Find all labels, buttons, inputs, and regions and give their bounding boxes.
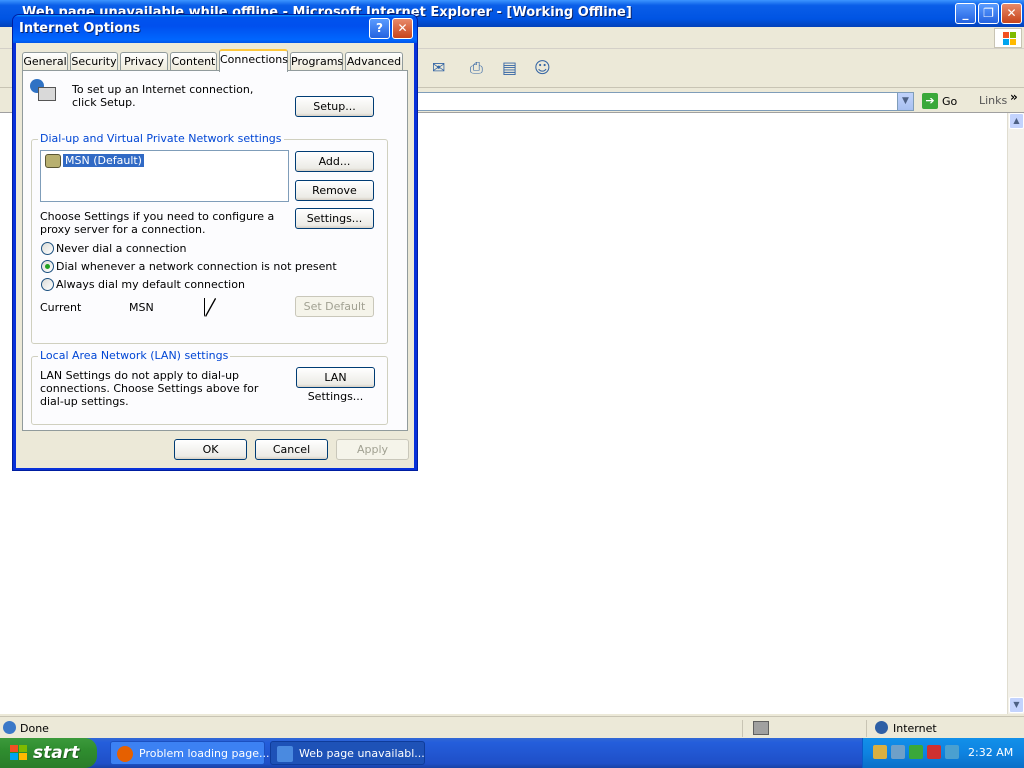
set-default-button: Set Default — [295, 296, 374, 317]
go-arrow-icon: ➔ — [922, 93, 938, 109]
scroll-up-icon[interactable]: ▲ — [1009, 113, 1024, 129]
links-chevron-icon[interactable]: » — [1010, 90, 1018, 104]
cancel-button[interactable]: Cancel — [255, 439, 328, 460]
dialup-connection-icon — [45, 154, 61, 168]
dialog-close-button[interactable]: ✕ — [392, 18, 413, 39]
internet-options-dialog: Internet Options ? ✕ General Security Pr… — [12, 14, 418, 471]
add-button[interactable]: Add... — [295, 151, 374, 172]
restore-button[interactable]: ❐ — [978, 3, 999, 24]
mouse-cursor-icon — [205, 298, 215, 316]
mail-icon[interactable]: ✉ — [432, 58, 454, 80]
chevron-down-icon[interactable]: ▼ — [897, 93, 913, 110]
zone-cell: Internet — [866, 720, 1016, 737]
settings-button[interactable]: Settings... — [295, 208, 374, 229]
messenger-icon[interactable]: ☺ — [534, 58, 556, 80]
zone-text: Internet — [893, 722, 937, 735]
tray-security-icon[interactable] — [927, 745, 941, 759]
go-button[interactable]: ➔ Go — [920, 92, 972, 111]
dialup-group-label: Dial-up and Virtual Private Network sett… — [38, 132, 284, 145]
tab-privacy[interactable]: Privacy — [120, 52, 168, 71]
tab-content[interactable]: Content — [170, 52, 217, 71]
proxy-text: Choose Settings if you need to configure… — [40, 210, 275, 236]
lan-text: LAN Settings do not apply to dial-up con… — [40, 369, 259, 408]
current-label: Current — [40, 301, 82, 314]
current-value: MSN — [129, 301, 154, 314]
tab-programs[interactable]: Programs — [290, 52, 343, 71]
status-text: Done — [20, 722, 49, 735]
start-button[interactable]: start — [0, 738, 97, 768]
page-icon — [3, 721, 16, 734]
taskbar: start Problem loading page... Web page u… — [0, 738, 1024, 768]
tray-sync-icon[interactable] — [891, 745, 905, 759]
tab-connections[interactable]: Connections — [219, 49, 288, 72]
windows-logo-icon — [994, 28, 1022, 48]
links-label[interactable]: Links — [979, 94, 1007, 107]
tray-network-icon[interactable] — [873, 745, 887, 759]
ie-close-button[interactable]: ✕ — [1001, 3, 1022, 24]
setup-text: To set up an Internet connection, click … — [72, 83, 254, 109]
taskbar-item-ie[interactable]: Web page unavailabl... — [270, 741, 425, 765]
connections-panel: To set up an Internet connection, click … — [22, 70, 408, 431]
vertical-scrollbar[interactable]: ▲ ▼ — [1007, 113, 1024, 714]
go-label: Go — [942, 95, 958, 108]
ok-button[interactable]: OK — [174, 439, 247, 460]
tab-advanced[interactable]: Advanced — [345, 52, 403, 71]
connection-wizard-icon — [30, 79, 58, 105]
remove-button[interactable]: Remove — [295, 180, 374, 201]
ie-icon — [277, 746, 293, 762]
tray-update-icon[interactable] — [909, 745, 923, 759]
apply-button: Apply — [336, 439, 409, 460]
radio-dial-whenever-label[interactable]: Dial whenever a network connection is no… — [56, 260, 337, 273]
taskbar-item-firefox[interactable]: Problem loading page... — [110, 741, 269, 765]
taskbar-item-label: Problem loading page... — [139, 747, 270, 760]
status-cell — [742, 720, 778, 737]
tray-messenger-icon[interactable] — [945, 745, 959, 759]
lan-settings-button[interactable]: LAN Settings... — [296, 367, 375, 403]
minimize-button[interactable]: _ — [955, 3, 976, 24]
help-button[interactable]: ? — [369, 18, 390, 39]
print-icon[interactable]: ⎙ — [470, 58, 492, 80]
radio-dial-whenever[interactable] — [41, 260, 54, 273]
radio-always-dial[interactable] — [41, 278, 54, 291]
list-item[interactable]: MSN (Default) — [62, 153, 145, 168]
firefox-icon — [117, 746, 133, 762]
scroll-down-icon[interactable]: ▼ — [1009, 697, 1024, 713]
address-input[interactable]: ▼ — [416, 92, 914, 111]
radio-never-dial-label[interactable]: Never dial a connection — [56, 242, 186, 255]
connections-list[interactable]: MSN (Default) — [40, 150, 289, 202]
taskbar-item-label: Web page unavailabl... — [299, 747, 425, 760]
dialog-title-bar: Internet Options ? ✕ — [13, 15, 417, 43]
dialog-body: General Security Privacy Content Connect… — [16, 43, 414, 468]
lan-group-label: Local Area Network (LAN) settings — [38, 349, 231, 362]
clock: 2:32 AM — [968, 746, 1014, 759]
start-label: start — [33, 743, 80, 763]
radio-always-dial-label[interactable]: Always dial my default connection — [56, 278, 245, 291]
radio-never-dial[interactable] — [41, 242, 54, 255]
tab-security[interactable]: Security — [70, 52, 118, 71]
dialog-title: Internet Options — [19, 21, 141, 36]
system-tray: 2:32 AM — [862, 738, 1024, 768]
windows-flag-icon — [10, 745, 28, 761]
status-bar: Done Internet — [0, 716, 1024, 738]
edit-icon[interactable]: ▤ — [502, 58, 524, 80]
tab-general[interactable]: General — [22, 52, 68, 71]
globe-icon — [875, 721, 888, 734]
offline-icon — [753, 721, 769, 735]
setup-button[interactable]: Setup... — [295, 96, 374, 117]
